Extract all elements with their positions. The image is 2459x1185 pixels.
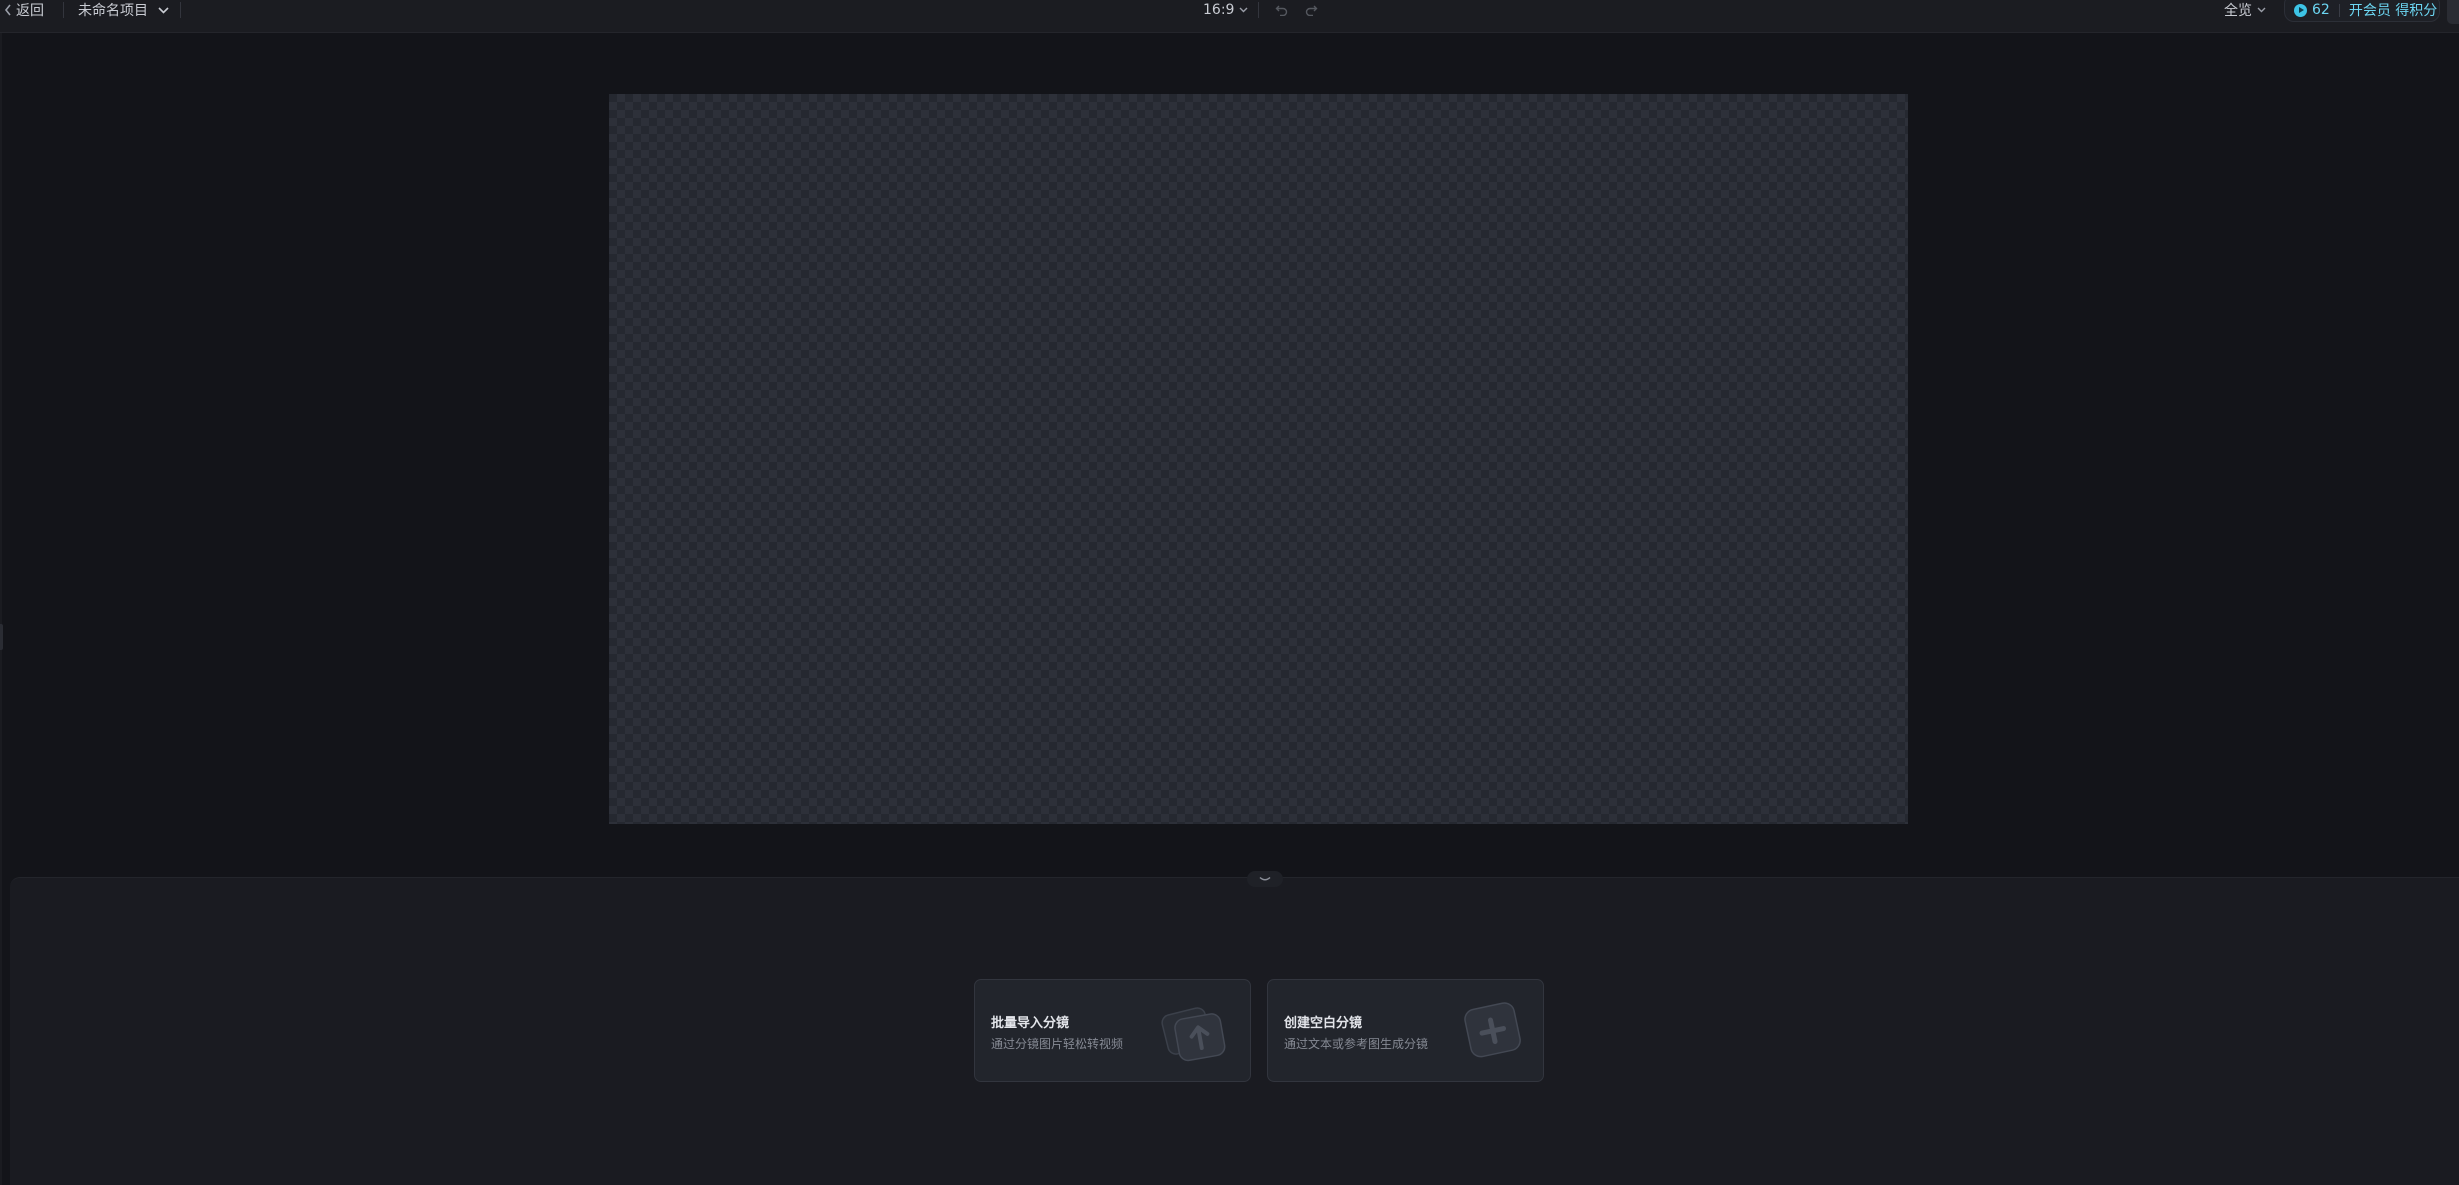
toolbar-divider	[1258, 2, 1259, 18]
chevron-left-icon	[4, 4, 12, 16]
card-title: 创建空白分镜	[1284, 1016, 1363, 1031]
credit-count: 62	[2312, 2, 2330, 18]
coin-icon	[2294, 3, 2307, 17]
aspect-ratio-dropdown[interactable]: 16:9	[1203, 0, 1248, 20]
project-name-dropdown[interactable]: 未命名项目	[78, 0, 169, 20]
zoom-value: 全览	[2224, 3, 2252, 19]
credits-divider	[2338, 3, 2340, 17]
chevron-down-icon	[1239, 7, 1248, 13]
card-description: 通过文本或参考图生成分镜	[1284, 1037, 1429, 1051]
image-stack-upload-icon	[1151, 992, 1247, 1078]
batch-import-storyboard-card[interactable]: 批量导入分镜 通过分镜图片轻松转视频	[974, 979, 1251, 1082]
chevron-down-icon	[158, 6, 169, 14]
left-panel-edge	[0, 33, 2, 1185]
card-description: 通过分镜图片轻松转视频	[991, 1037, 1124, 1051]
project-name: 未命名项目	[78, 3, 148, 19]
credits-badge[interactable]: 62 开会员 得积分	[2284, 0, 2440, 22]
user-menu-button[interactable]	[2447, 0, 2459, 24]
undo-button[interactable]	[1272, 0, 1290, 20]
undo-icon	[1275, 4, 1288, 16]
panel-collapse-button[interactable]	[1247, 871, 1283, 887]
membership-link[interactable]: 开会员 得积分	[2349, 0, 2437, 20]
chevron-down-icon	[1258, 876, 1272, 883]
back-label: 返回	[16, 3, 44, 19]
redo-icon	[1305, 4, 1318, 16]
aspect-ratio-value: 16:9	[1203, 2, 1235, 18]
redo-button[interactable]	[1302, 0, 1320, 20]
top-toolbar: 返回 未命名项目 16:9 全览 62 开会员 得积分	[0, 0, 2459, 33]
toolbar-divider	[63, 2, 64, 18]
zoom-dropdown[interactable]: 全览	[2224, 0, 2266, 20]
back-button[interactable]: 返回	[4, 0, 44, 20]
toolbar-divider	[180, 2, 181, 18]
card-title: 批量导入分镜	[991, 1016, 1070, 1031]
preview-canvas[interactable]	[609, 94, 1908, 824]
chevron-down-icon	[2257, 7, 2266, 13]
create-blank-storyboard-card[interactable]: 创建空白分镜 通过文本或参考图生成分镜	[1267, 979, 1544, 1082]
left-panel-toggle[interactable]	[0, 624, 3, 650]
image-plus-icon	[1444, 992, 1540, 1078]
